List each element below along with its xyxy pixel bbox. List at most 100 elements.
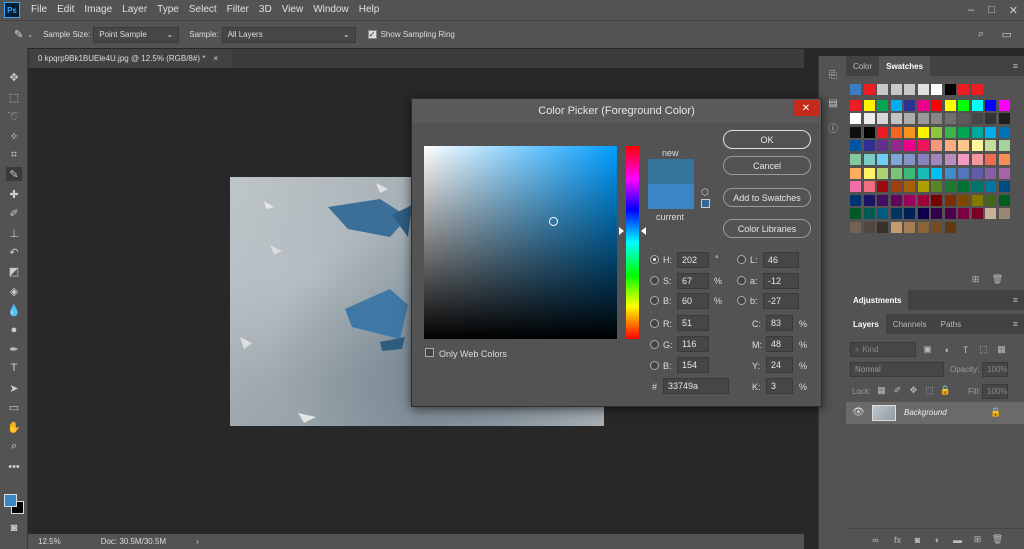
- color-swatch[interactable]: [998, 154, 1010, 165]
- color-swatch[interactable]: [998, 113, 1010, 125]
- color-swatch[interactable]: [877, 99, 888, 111]
- color-swatch[interactable]: [877, 222, 888, 233]
- color-swatch[interactable]: [958, 113, 969, 125]
- new-swatch-icon[interactable]: ⊞: [970, 274, 981, 285]
- radio-r[interactable]: [650, 319, 659, 328]
- brush-tool-icon[interactable]: ✐: [6, 206, 22, 220]
- color-swatch[interactable]: [917, 84, 929, 95]
- menu-window[interactable]: Window: [308, 0, 354, 20]
- l-input[interactable]: 46: [763, 252, 799, 268]
- color-swatch[interactable]: [971, 140, 983, 152]
- color-swatch[interactable]: [944, 140, 956, 152]
- color-swatch[interactable]: [971, 99, 983, 111]
- color-swatch[interactable]: [917, 154, 929, 165]
- g-input[interactable]: 116: [677, 336, 709, 352]
- hand-tool-icon[interactable]: ✋: [6, 420, 22, 434]
- color-swatch[interactable]: [917, 99, 929, 111]
- dialog-close-button[interactable]: ✕: [793, 100, 819, 116]
- color-swatch[interactable]: [998, 194, 1010, 206]
- eraser-tool-icon[interactable]: ◩: [6, 264, 22, 278]
- menu-view[interactable]: View: [277, 0, 309, 20]
- color-swatch[interactable]: [863, 167, 875, 179]
- color-swatch[interactable]: [931, 222, 942, 233]
- hue-slider-left-handle[interactable]: [619, 227, 624, 235]
- lock-transparent-icon[interactable]: ▦: [876, 385, 887, 396]
- move-tool-icon[interactable]: ✥: [6, 70, 22, 84]
- ok-button[interactable]: OK: [723, 130, 811, 149]
- color-swatch[interactable]: [890, 194, 902, 206]
- color-swatch[interactable]: [958, 99, 969, 111]
- delete-layer-icon[interactable]: 🗑: [992, 534, 1003, 545]
- color-swatch[interactable]: [958, 84, 969, 95]
- color-swatch[interactable]: [904, 181, 915, 193]
- color-swatch[interactable]: [890, 222, 902, 233]
- radio-g[interactable]: [650, 340, 659, 349]
- color-swatch[interactable]: [904, 222, 915, 233]
- lock-pixels-icon[interactable]: ✐: [892, 385, 903, 396]
- menu-filter[interactable]: Filter: [222, 0, 254, 20]
- color-swatch[interactable]: [863, 84, 875, 95]
- panel-menu-icon[interactable]: ≡: [1013, 319, 1018, 329]
- color-swatch[interactable]: [944, 208, 956, 220]
- gamut-cube-icon[interactable]: ⬡: [701, 187, 709, 198]
- color-swatch[interactable]: [944, 154, 956, 165]
- color-swatch[interactable]: [904, 99, 915, 111]
- color-swatch[interactable]: [877, 167, 888, 179]
- color-swatch[interactable]: [931, 181, 942, 193]
- color-swatch[interactable]: [958, 154, 969, 165]
- blue-input[interactable]: 154: [677, 357, 709, 373]
- sample-select[interactable]: All Layers ⌄: [221, 26, 356, 43]
- radio-a[interactable]: [737, 276, 746, 285]
- more-tools-icon[interactable]: •••: [6, 460, 22, 474]
- new-group-icon[interactable]: ▬: [952, 534, 963, 545]
- show-sampling-ring-checkbox[interactable]: ✓: [367, 30, 377, 39]
- color-swatch[interactable]: [931, 167, 942, 179]
- color-swatch[interactable]: [850, 140, 861, 152]
- color-swatch[interactable]: [850, 99, 861, 111]
- search-icon[interactable]: ⌕: [978, 28, 984, 41]
- menu-help[interactable]: Help: [354, 0, 385, 20]
- close-window-button[interactable]: ✕: [1009, 4, 1018, 17]
- menu-edit[interactable]: Edit: [52, 0, 79, 20]
- color-swatch[interactable]: [850, 126, 861, 138]
- quick-selection-tool-icon[interactable]: ✧: [6, 129, 22, 143]
- close-tab-icon[interactable]: ×: [213, 54, 218, 63]
- history-brush-tool-icon[interactable]: ↶: [6, 245, 22, 259]
- layer-mask-icon[interactable]: ◙: [912, 534, 923, 545]
- color-swatch[interactable]: [971, 194, 983, 206]
- zoom-tool-icon[interactable]: ⌕: [6, 439, 22, 453]
- visibility-eye-icon[interactable]: 👁: [852, 407, 865, 418]
- delete-swatch-icon[interactable]: 🗑: [992, 274, 1003, 285]
- color-swatch[interactable]: [863, 181, 875, 193]
- color-swatch[interactable]: [944, 113, 956, 125]
- color-swatch[interactable]: [890, 140, 902, 152]
- color-swatch[interactable]: [917, 113, 929, 125]
- color-swatch[interactable]: [904, 84, 915, 95]
- link-layers-icon[interactable]: ∞: [870, 534, 881, 545]
- foreground-color-swatch[interactable]: [4, 494, 17, 507]
- healing-brush-tool-icon[interactable]: ✚: [6, 187, 22, 201]
- color-swatch[interactable]: [877, 194, 888, 206]
- color-swatch[interactable]: [904, 126, 915, 138]
- color-swatch[interactable]: [917, 181, 929, 193]
- color-swatch[interactable]: [971, 126, 983, 138]
- color-swatch[interactable]: [850, 113, 861, 125]
- saturation-brightness-field[interactable]: [424, 146, 617, 339]
- color-swatch[interactable]: [944, 181, 956, 193]
- b-input[interactable]: 60: [677, 293, 709, 309]
- radio-b[interactable]: [650, 296, 659, 305]
- color-swatch[interactable]: [863, 194, 875, 206]
- color-swatch[interactable]: [877, 84, 888, 95]
- menu-select[interactable]: Select: [184, 0, 222, 20]
- color-swatch[interactable]: [985, 194, 996, 206]
- info-panel-icon[interactable]: ⓘ: [825, 120, 841, 135]
- sample-size-select[interactable]: Point Sample ⌄: [93, 26, 180, 43]
- color-libraries-button[interactable]: Color Libraries: [723, 219, 811, 238]
- color-swatch[interactable]: [931, 140, 942, 152]
- menu-3d[interactable]: 3D: [254, 0, 277, 20]
- color-swatch[interactable]: [904, 194, 915, 206]
- y-input[interactable]: 24: [766, 357, 793, 373]
- color-swatch[interactable]: [931, 99, 942, 111]
- color-cursor[interactable]: [549, 217, 558, 226]
- color-swatch[interactable]: [931, 194, 942, 206]
